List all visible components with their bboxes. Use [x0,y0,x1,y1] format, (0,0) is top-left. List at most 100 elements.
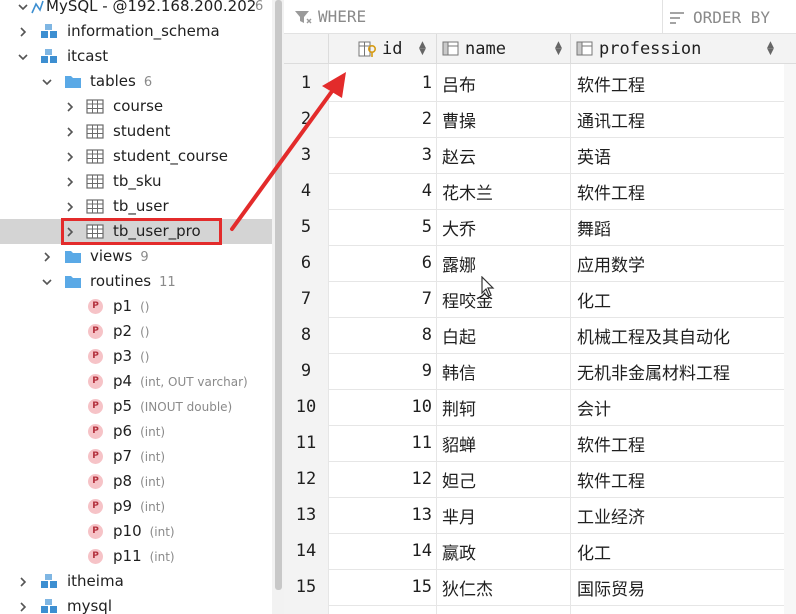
tree-item-routine-p9[interactable]: P p9 (int) [0,494,284,519]
tree-item-routine-p7[interactable]: P p7 (int) [0,444,284,469]
cell-profession[interactable]: 机械工程及其自动化 [577,317,730,353]
cell-profession[interactable]: 软件工程 [577,461,645,497]
chevron-right-icon[interactable] [18,27,28,37]
cell-name[interactable]: 白起 [442,317,476,353]
cell-profession[interactable]: 化工 [577,281,611,317]
cell-id[interactable]: 6 [328,245,432,281]
row-number[interactable]: 4 [284,173,328,209]
sort-arrows-icon[interactable]: ▲ ▼ [419,41,426,57]
cell-profession[interactable]: 软件工程 [577,173,645,209]
cell-profession[interactable]: 国际贸易 [577,569,645,605]
cell-name[interactable]: 嬴政 [442,533,476,569]
cell-id[interactable]: 15 [328,569,432,605]
tree-item-routine-p3[interactable]: P p3() [0,344,284,369]
row-number[interactable]: 13 [284,497,328,533]
cell-profession[interactable]: 工业经济 [577,497,645,533]
tree-item-student[interactable]: student [0,119,284,144]
cell-name[interactable]: 花木兰 [442,173,493,209]
chevron-right-icon[interactable] [18,577,28,587]
cell-name[interactable]: 貂蝉 [442,425,476,461]
tree-item-routine-p10[interactable]: P p10 (int) [0,519,284,544]
cell-profession[interactable]: 英语 [577,137,611,173]
chevron-down-icon[interactable] [42,77,52,87]
cell-profession[interactable]: 通讯工程 [577,101,645,137]
row-number[interactable]: 5 [284,209,328,245]
cell-id[interactable]: 13 [328,497,432,533]
row-number[interactable]: 15 [284,569,328,605]
tree-item-routine-p5[interactable]: P p5 (INOUT double) [0,394,284,419]
cell-profession[interactable]: 化工 [577,533,611,569]
grid-scrollbar-track[interactable] [784,64,796,614]
cell-profession[interactable]: 舞蹈 [577,209,611,245]
cell-name[interactable]: 妲己 [442,461,476,497]
cell-profession[interactable]: 应用数学 [577,245,645,281]
tree-item-routine-p8[interactable]: P p8 (int) [0,469,284,494]
row-number[interactable]: 3 [284,137,328,173]
cell-profession[interactable]: 会计 [577,389,611,425]
where-filter[interactable]: WHERE [294,7,366,26]
chevron-right-icon[interactable] [42,252,52,262]
row-number[interactable]: 8 [284,317,328,353]
row-number[interactable]: 14 [284,533,328,569]
chevron-right-icon[interactable] [65,102,75,112]
cell-id[interactable]: 14 [328,533,432,569]
tree-item-routine-p2[interactable]: P p2() [0,319,284,344]
row-number[interactable]: 12 [284,461,328,497]
sort-arrows-icon[interactable]: ▲ ▼ [555,41,562,57]
cell-id[interactable]: 3 [328,137,432,173]
cell-name[interactable]: 狄仁杰 [442,569,493,605]
cell-name[interactable]: 荆轲 [442,389,476,425]
chevron-down-icon[interactable] [18,52,28,62]
cell-id[interactable]: 5 [328,209,432,245]
row-number[interactable]: 11 [284,425,328,461]
cell-profession[interactable]: 软件工程 [577,65,645,101]
chevron-right-icon[interactable] [65,177,75,187]
tree-item-student-course[interactable]: student_course [0,144,284,169]
tree-item-tb-sku[interactable]: tb_sku [0,169,284,194]
column-header-id[interactable]: id [358,34,402,64]
sort-arrows-icon[interactable]: ▲ ▼ [767,41,774,57]
tree-scrollbar-thumb[interactable] [275,0,282,590]
cell-id[interactable]: 8 [328,317,432,353]
row-number[interactable]: 9 [284,353,328,389]
cell-id[interactable]: 12 [328,461,432,497]
chevron-right-icon[interactable] [65,152,75,162]
tree-item-routine-p4[interactable]: P p4 (int, OUT varchar) [0,369,284,394]
cell-id[interactable]: 4 [328,173,432,209]
cell-id[interactable]: 1 [328,65,432,101]
row-number[interactable]: 2 [284,101,328,137]
chevron-down-icon[interactable] [42,277,52,287]
chevron-right-icon[interactable] [18,602,28,612]
cell-name[interactable]: 露娜 [442,245,476,281]
tree-item-connection[interactable]: MySQL - @192.168.200.202 6 [0,0,284,19]
tree-item-itheima[interactable]: itheima [0,569,284,594]
cell-name[interactable]: 芈月 [442,497,476,533]
row-number[interactable]: 6 [284,245,328,281]
column-header-profession[interactable]: profession [576,34,701,64]
column-header-name[interactable]: name [442,34,506,64]
tree-item-information-schema[interactable]: information_schema [0,19,284,44]
cell-id[interactable]: 10 [328,389,432,425]
row-number[interactable]: 7 [284,281,328,317]
tree-item-routine-p11[interactable]: P p11 (int) [0,544,284,569]
chevron-right-icon[interactable] [65,202,75,212]
tree-item-routines[interactable]: routines 11 [0,269,284,294]
cell-id[interactable]: 7 [328,281,432,317]
tree-item-views[interactable]: views 9 [0,244,284,269]
tree-item-itcast[interactable]: itcast [0,44,284,69]
tree-item-course[interactable]: course [0,94,284,119]
cell-profession[interactable]: 无机非金属材料工程 [577,353,730,389]
cell-name[interactable]: 大乔 [442,209,476,245]
cell-id[interactable]: 9 [328,353,432,389]
cell-name[interactable]: 韩信 [442,353,476,389]
cell-profession[interactable]: 软件工程 [577,425,645,461]
tree-item-routine-p6[interactable]: P p6 (int) [0,419,284,444]
row-number[interactable]: 1 [284,65,328,101]
tree-item-tables[interactable]: tables 6 [0,69,284,94]
order-by-filter[interactable]: ORDER BY [662,0,796,34]
cell-id[interactable]: 2 [328,101,432,137]
chevron-down-icon[interactable] [18,2,28,12]
tree-item-routine-p1[interactable]: P p1() [0,294,284,319]
cell-name[interactable]: 赵云 [442,137,476,173]
tree-item-tb-user[interactable]: tb_user [0,194,284,219]
